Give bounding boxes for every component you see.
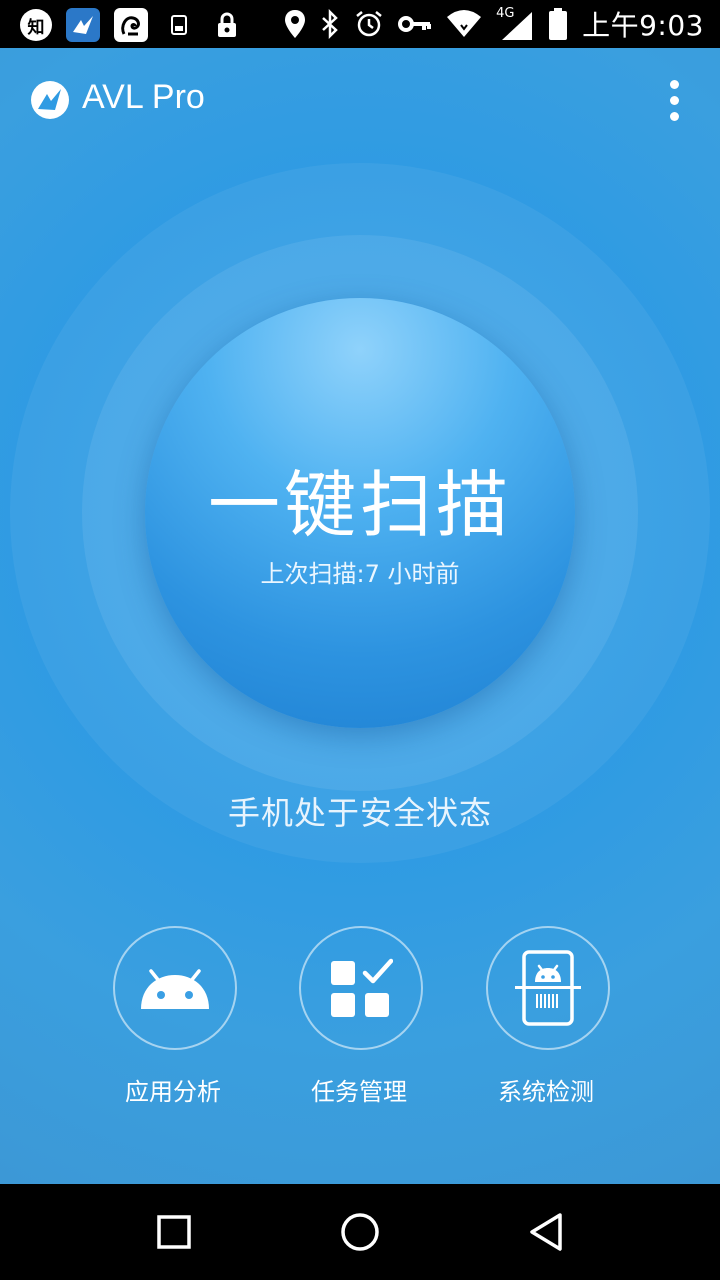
system-check-circle bbox=[486, 926, 610, 1050]
wifi-icon bbox=[447, 10, 482, 37]
avl-logo-icon bbox=[31, 81, 69, 119]
app-title: AVL Pro bbox=[82, 78, 205, 116]
navigation-bar bbox=[0, 1184, 720, 1280]
app-analysis-label: 应用分析 bbox=[125, 1078, 221, 1106]
cellular-signal-icon: 4G bbox=[496, 6, 534, 40]
one-click-scan-button[interactable]: 一键扫描 上次扫描:7 小时前 bbox=[145, 298, 575, 728]
back-button[interactable] bbox=[522, 1208, 570, 1256]
sd-card-icon bbox=[162, 8, 196, 42]
zhihu-notification-icon: 知 bbox=[20, 9, 52, 41]
bluetooth-icon bbox=[322, 9, 338, 39]
lock-icon bbox=[210, 8, 244, 42]
home-circle-icon bbox=[341, 1213, 379, 1251]
phone-scan-icon bbox=[515, 950, 581, 1026]
recents-square-icon bbox=[157, 1215, 191, 1249]
vpn-key-icon bbox=[398, 16, 432, 32]
overflow-menu-button[interactable] bbox=[654, 76, 694, 124]
recents-button[interactable] bbox=[150, 1208, 198, 1256]
scan-title: 一键扫描 bbox=[207, 463, 512, 547]
task-grid-icon bbox=[331, 958, 393, 1017]
screen: 知 4G 上午9:03 AVL Pro 一键扫描 上次扫描:7 小时前 手机处于… bbox=[0, 0, 720, 1280]
more-vert-icon bbox=[669, 79, 679, 89]
clock: 上午9:03 bbox=[582, 9, 704, 42]
alarm-icon bbox=[356, 11, 382, 37]
feature-row: 应用分析 任务管理 系统检测 bbox=[0, 926, 720, 1126]
location-icon bbox=[285, 10, 306, 38]
battery-icon bbox=[549, 8, 568, 40]
app-analysis-button[interactable]: 应用分析 bbox=[85, 926, 265, 1116]
app-header: AVL Pro bbox=[0, 48, 720, 152]
system-check-button[interactable]: 系统检测 bbox=[458, 926, 638, 1116]
task-management-button[interactable]: 任务管理 bbox=[271, 926, 451, 1116]
status-bar: 知 4G 上午9:03 bbox=[0, 0, 720, 48]
home-button[interactable] bbox=[336, 1208, 384, 1256]
task-management-label: 任务管理 bbox=[311, 1078, 407, 1106]
main-content: AVL Pro 一键扫描 上次扫描:7 小时前 手机处于安全状态 应用分析 任务… bbox=[0, 48, 720, 1184]
last-scan-time: 上次扫描:7 小时前 bbox=[260, 560, 460, 588]
squirrel-notification-icon bbox=[114, 8, 148, 42]
back-triangle-icon bbox=[530, 1213, 562, 1251]
phone-safety-status: 手机处于安全状态 bbox=[227, 794, 492, 832]
task-management-circle bbox=[299, 926, 423, 1050]
avl-notification-icon bbox=[66, 8, 100, 42]
app-analysis-circle bbox=[113, 926, 237, 1050]
system-check-label: 系统检测 bbox=[498, 1078, 594, 1106]
android-icon bbox=[141, 969, 209, 1009]
